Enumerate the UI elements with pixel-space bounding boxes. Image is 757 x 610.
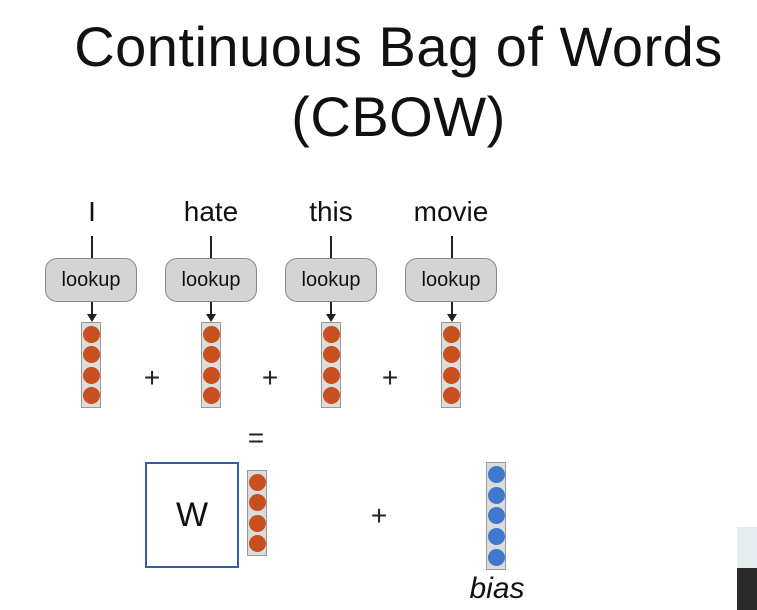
word-i: I xyxy=(88,196,96,227)
connector-line xyxy=(451,236,453,258)
vector-element xyxy=(487,507,505,525)
vector-element xyxy=(322,366,340,384)
equals-sign: = xyxy=(247,422,265,453)
word-this: this xyxy=(309,196,353,227)
vector-element xyxy=(82,387,100,405)
embedding-vector-this xyxy=(321,322,341,408)
lookup-box-this: lookup xyxy=(285,258,377,302)
vector-element xyxy=(248,473,266,491)
vector-element xyxy=(442,366,460,384)
bias-label: bias xyxy=(469,572,525,605)
vector-element xyxy=(322,346,340,364)
weight-matrix-w: W xyxy=(145,462,239,568)
plus-sign: + xyxy=(143,362,161,393)
embedding-vector-movie xyxy=(441,322,461,408)
vector-element xyxy=(82,346,100,364)
arrow-down-icon xyxy=(326,314,336,322)
plus-sign: + xyxy=(381,362,399,393)
connector-line xyxy=(91,236,93,258)
video-corner-shadow xyxy=(737,568,757,610)
arrow-down-icon xyxy=(87,314,97,322)
bias-vector xyxy=(486,462,506,570)
embedding-vector-i xyxy=(81,322,101,408)
word-movie: movie xyxy=(413,196,489,227)
connector-line xyxy=(210,236,212,258)
word-hate: hate xyxy=(183,196,239,227)
page-subtitle: (CBOW) xyxy=(291,85,506,148)
weight-matrix-label: W xyxy=(175,495,209,534)
vector-element xyxy=(487,465,505,483)
lookup-box-hate: lookup xyxy=(165,258,257,302)
lookup-box-i: lookup xyxy=(45,258,137,302)
vector-element xyxy=(442,325,460,343)
vector-element xyxy=(322,387,340,405)
arrow-down-icon xyxy=(447,314,457,322)
vector-element xyxy=(82,325,100,343)
vector-element xyxy=(248,535,266,553)
vector-element xyxy=(202,325,220,343)
vector-element xyxy=(487,486,505,504)
vector-element xyxy=(248,514,266,532)
vector-element xyxy=(202,346,220,364)
summed-vector xyxy=(247,470,267,556)
plus-sign: + xyxy=(370,500,388,531)
vector-element xyxy=(202,366,220,384)
vector-element xyxy=(202,387,220,405)
plus-sign: + xyxy=(261,362,279,393)
vector-element xyxy=(487,528,505,546)
vector-element xyxy=(442,346,460,364)
vector-element xyxy=(82,366,100,384)
arrow-down-icon xyxy=(206,314,216,322)
vector-element xyxy=(248,494,266,512)
embedding-vector-hate xyxy=(201,322,221,408)
connector-line xyxy=(330,236,332,258)
vector-element xyxy=(487,549,505,567)
lookup-box-movie: lookup xyxy=(405,258,497,302)
page-title: Continuous Bag of Words xyxy=(74,15,723,78)
vector-element xyxy=(322,325,340,343)
vector-element xyxy=(442,387,460,405)
